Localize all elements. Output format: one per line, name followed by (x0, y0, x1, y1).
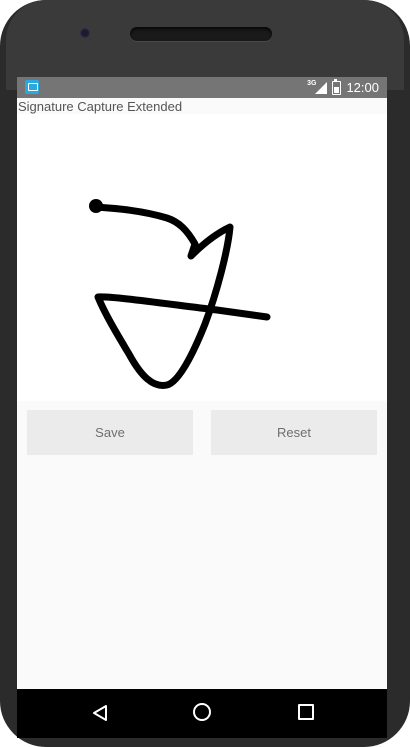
earpiece-speaker (130, 27, 272, 41)
navigation-bar (17, 689, 387, 738)
status-bar: 3G 12:00 (17, 77, 387, 98)
status-indicators: 3G 12:00 (307, 78, 379, 96)
front-camera (80, 28, 90, 38)
signature-drawing (89, 199, 271, 389)
signature-start-dot (89, 199, 103, 213)
app-notification-icon (25, 80, 39, 94)
signal-icon (315, 81, 328, 94)
screen: 3G 12:00 Signature Capture Extended Save… (17, 77, 387, 738)
network-type-label: 3G (307, 80, 317, 87)
action-bar: Save Reset (17, 401, 387, 461)
reset-button[interactable]: Reset (211, 410, 377, 455)
signature-pad[interactable] (17, 114, 387, 401)
back-icon[interactable] (92, 704, 108, 722)
save-button[interactable]: Save (27, 410, 193, 455)
home-icon[interactable] (193, 703, 211, 721)
battery-icon (332, 78, 342, 95)
page-title: Signature Capture Extended (18, 99, 183, 114)
status-time: 12:00 (346, 80, 379, 95)
phone-frame: 3G 12:00 Signature Capture Extended Save… (0, 0, 410, 747)
signature-stroke (91, 203, 271, 389)
recents-icon[interactable] (298, 704, 314, 720)
